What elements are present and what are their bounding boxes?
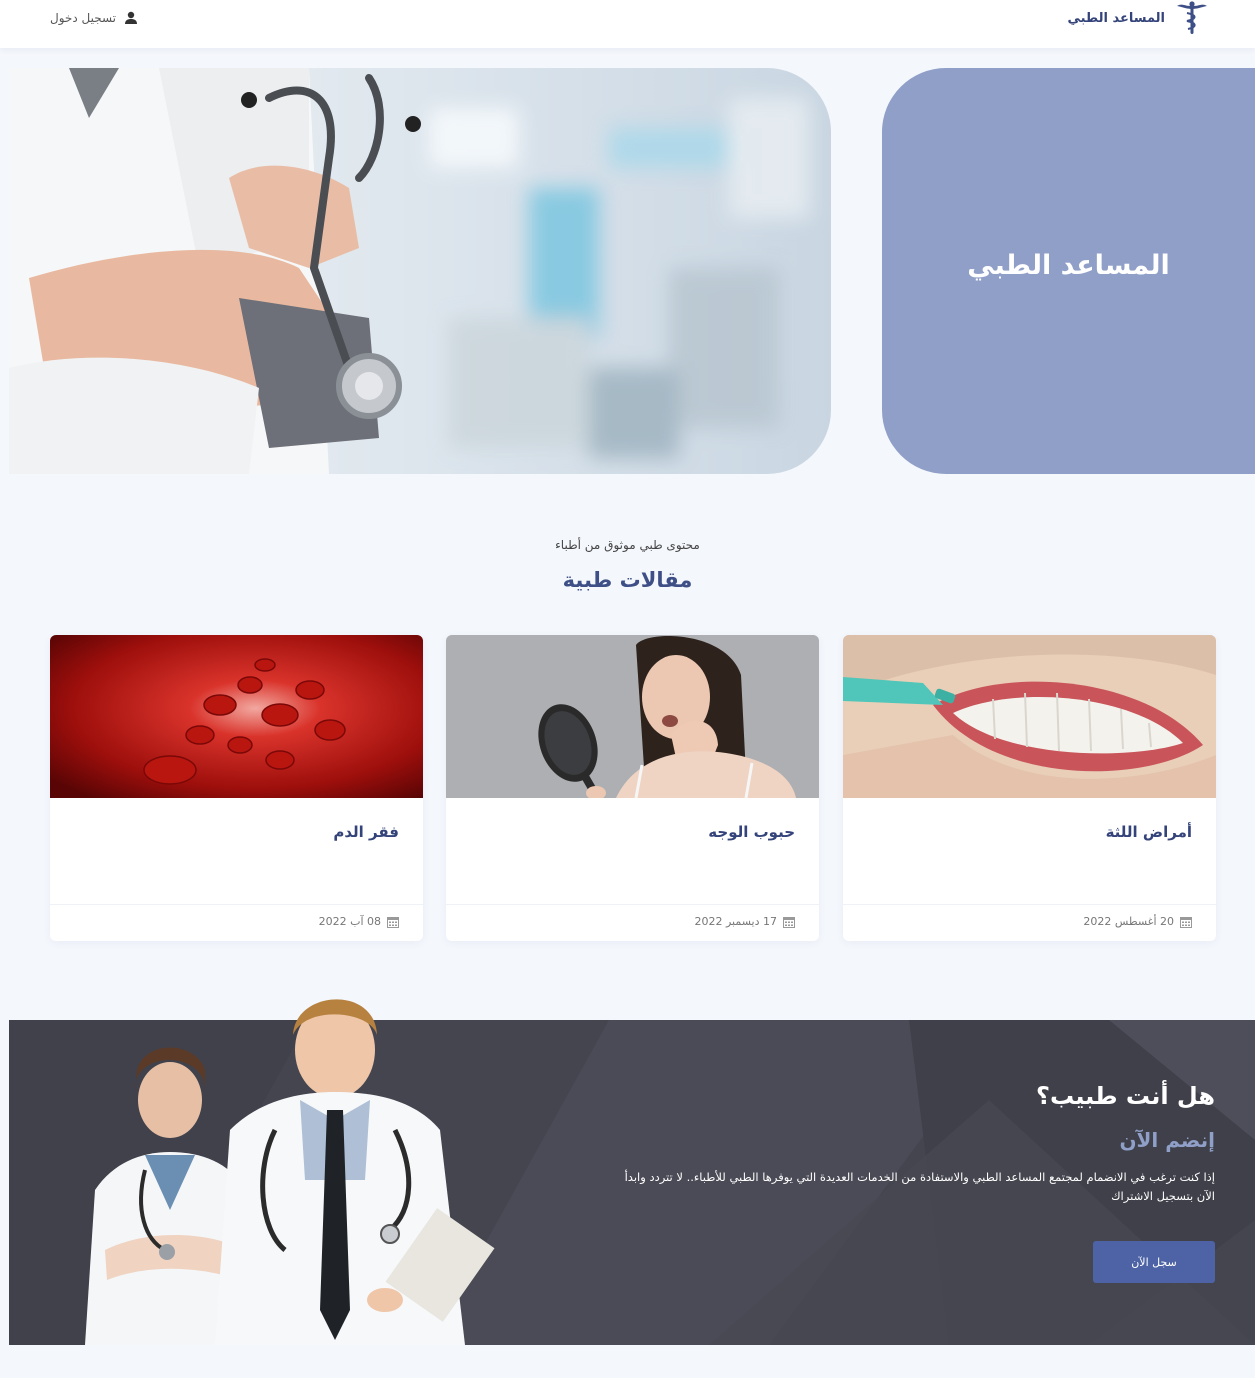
card-date-text: 08 آب 2022 <box>318 915 381 928</box>
join-doctors-section: هل أنت طبيب؟ إنضم الآن إذا كنت ترغب في ا… <box>9 999 1255 1345</box>
calendar-icon <box>783 916 795 928</box>
register-now-button[interactable]: سجل الآن <box>1093 1241 1215 1283</box>
caduceus-logo-icon <box>1177 1 1207 34</box>
login-label: تسجيل دخول <box>50 11 116 25</box>
teeth-flossing-image <box>843 635 1216 798</box>
hero-doctor-image <box>9 68 831 474</box>
doctors-photo <box>45 980 515 1345</box>
brand-link[interactable]: المساعد الطبي <box>1067 0 1209 36</box>
card-date-text: 20 أغسطس 2022 <box>1083 915 1174 928</box>
card-divider <box>50 904 423 905</box>
card-date: 08 آب 2022 <box>319 915 399 928</box>
card-date-text: 17 ديسمبر 2022 <box>694 915 777 928</box>
article-card-gum-disease[interactable]: أمراض اللثة 20 أغسطس 2022 <box>843 635 1216 941</box>
card-title[interactable]: فقر الدم <box>333 823 399 841</box>
card-divider <box>843 904 1216 905</box>
card-title[interactable]: أمراض اللثة <box>1106 823 1192 841</box>
card-title[interactable]: حبوب الوجه <box>708 823 795 841</box>
card-date: 17 ديسمبر 2022 <box>694 915 795 928</box>
article-card-anemia[interactable]: فقر الدم 08 آب 2022 <box>50 635 423 941</box>
woman-mirror-acne-image <box>446 635 819 798</box>
article-card-acne[interactable]: حبوب الوجه 17 ديسمبر 2022 <box>446 635 819 941</box>
calendar-icon <box>1180 916 1192 928</box>
red-blood-cells-image <box>50 635 423 798</box>
doctor-stethoscope-illustration <box>9 68 831 474</box>
card-divider <box>446 904 819 905</box>
hero-title: المساعد الطبي <box>967 249 1170 281</box>
cta-subheading: إنضم الآن <box>1119 1128 1215 1152</box>
articles-title: مقالات طبية <box>562 568 693 592</box>
hero-title-panel: المساعد الطبي <box>882 68 1255 474</box>
login-link[interactable]: تسجيل دخول <box>50 0 138 36</box>
brand-name: المساعد الطبي <box>1067 10 1165 26</box>
cta-description: إذا كنت ترغب في الانضمام لمجتمع المساعد … <box>624 1170 1215 1203</box>
cta-heading: هل أنت طبيب؟ <box>1036 1082 1215 1110</box>
top-header: المساعد الطبي تسجيل دخول <box>0 0 1255 48</box>
calendar-icon <box>387 916 399 928</box>
articles-subtitle: محتوى طبي موثوق من أطباء <box>555 538 700 552</box>
card-date: 20 أغسطس 2022 <box>1083 915 1192 928</box>
user-icon <box>125 11 137 24</box>
articles-section: محتوى طبي موثوق من أطباء مقالات طبية أمر… <box>0 494 1255 994</box>
